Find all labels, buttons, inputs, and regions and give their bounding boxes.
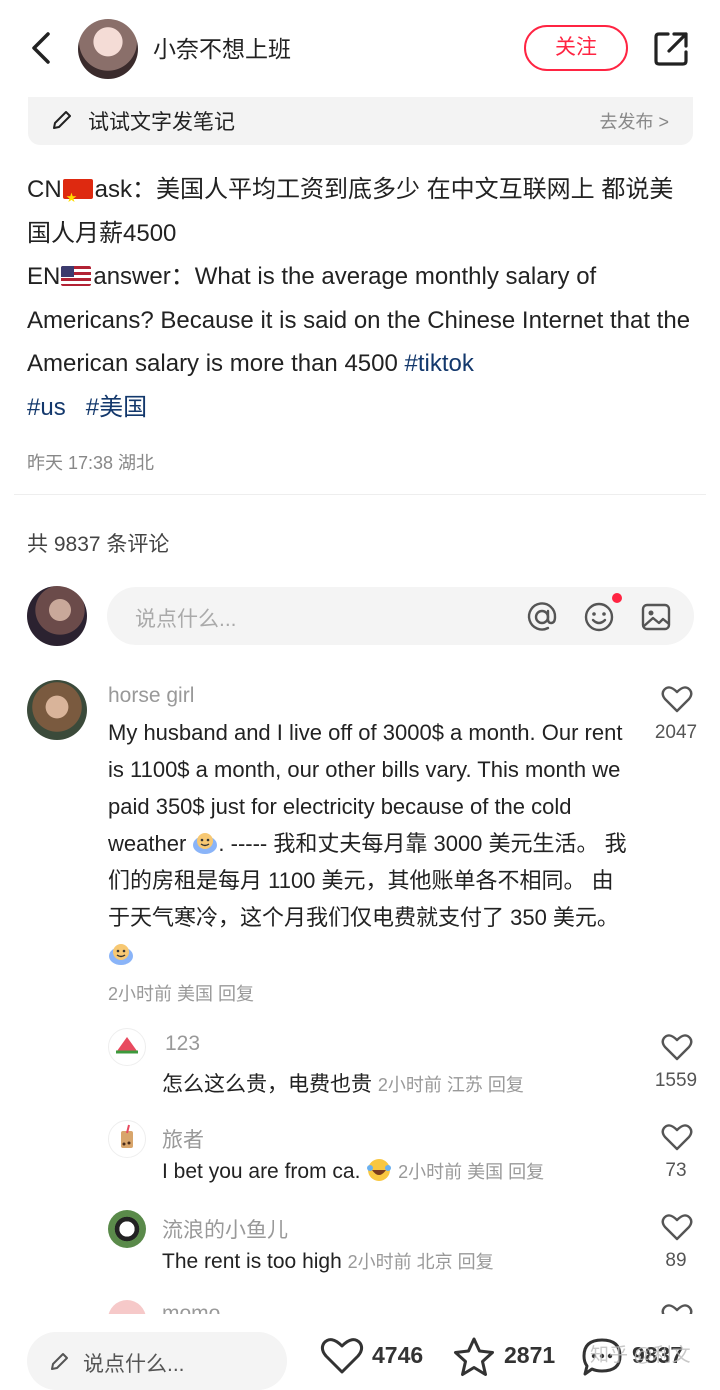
watermelon-icon (116, 1037, 138, 1054)
comment-text: My husband and I live off of 3000$ a mon… (108, 714, 633, 973)
like-heart-icon[interactable] (661, 1122, 693, 1152)
bubble-tea-icon (121, 1124, 133, 1148)
en-text: answer：What is the average monthly salar… (27, 263, 691, 377)
reply-avatar[interactable] (108, 1028, 146, 1066)
reply-item: 123 怎么这么贵，电费也贵 2小时前 江苏 回复 1559 (0, 1026, 720, 1106)
comment-input[interactable]: 说点什么... (107, 587, 694, 645)
en-label: EN (27, 263, 61, 290)
like-heart-icon[interactable] (661, 1212, 693, 1242)
pencil-icon (53, 111, 71, 129)
hashtag-tiktok[interactable]: #tiktok (405, 350, 474, 377)
like-heart-icon[interactable] (661, 684, 693, 714)
crying-emoji-icon (109, 944, 133, 965)
follow-button[interactable]: 关注 (524, 25, 628, 71)
reply-text: I bet you are from ca. (162, 1160, 367, 1183)
emoji-icon[interactable] (583, 601, 615, 633)
crying-emoji-icon (193, 833, 218, 854)
heart-icon (320, 1338, 364, 1374)
reply-text: 怎么这么贵，电费也贵 (162, 1073, 372, 1096)
comment-meta[interactable]: 2小时前 美国 回复 (108, 980, 254, 1006)
reply-meta[interactable]: 2小时前 美国 回复 (398, 1162, 544, 1182)
cn-text: ask：美国人平均工资到底多少 在中文互联网上 都说美国人月薪4500 (27, 176, 674, 247)
comment-input-placeholder: 说点什么... (135, 608, 237, 631)
author-avatar[interactable] (78, 19, 138, 79)
like-button[interactable]: 4746 (320, 1336, 435, 1376)
china-flag-icon (62, 176, 93, 220)
reply-meta[interactable]: 2小时前 江苏 回复 (378, 1075, 524, 1095)
at-mention-icon[interactable] (526, 601, 558, 633)
reply-body: 怎么这么贵，电费也贵 2小时前 江苏 回复 (162, 1068, 524, 1098)
comment-item: horse girl My husband and I live off of … (0, 676, 720, 1006)
reply-body: I bet you are from ca. 2小时前 美国 回复 (162, 1158, 544, 1184)
hashtag-meiguo[interactable]: #美国 (86, 394, 147, 421)
bottom-action-bar: 说点什么... 4746 2871 9837 知乎 @利文 (0, 1314, 720, 1390)
divider (14, 494, 706, 495)
back-arrow-icon[interactable] (26, 28, 56, 68)
watermark: 知乎 @利文 (590, 1345, 691, 1366)
comment-count: 共 9837 条评论 (27, 533, 170, 556)
my-avatar (27, 586, 87, 646)
banner-label: 试试文字发笔记 (88, 111, 235, 134)
top-bar: 小奈不想上班 关注 (0, 0, 720, 96)
notification-dot (612, 593, 622, 603)
reply-item-partial: momo (0, 1296, 720, 1316)
post-content: CNask：美国人平均工资到底多少 在中文互联网上 都说美国人月薪4500 EN… (27, 168, 697, 429)
like-total: 4746 (372, 1342, 424, 1368)
like-count: 2047 (654, 722, 698, 743)
reply-item: 流浪的小鱼儿 The rent is too high 2小时前 北京 回复 8… (0, 1208, 720, 1288)
reply-name[interactable]: 旅者 (162, 1124, 204, 1154)
share-icon[interactable] (652, 30, 690, 68)
collect-button[interactable]: 2871 (452, 1336, 567, 1376)
bottom-comment-input[interactable]: 说点什么... (27, 1332, 287, 1390)
publish-link[interactable]: 去发布 > (599, 108, 669, 134)
reply-avatar[interactable] (108, 1210, 146, 1248)
like-heart-icon[interactable] (661, 1032, 693, 1062)
hashtag-us[interactable]: #us (27, 394, 66, 421)
reply-name[interactable]: 123 (165, 1032, 200, 1056)
reply-body: The rent is too high 2小时前 北京 回复 (162, 1248, 494, 1274)
like-count: 73 (665, 1160, 687, 1181)
image-icon[interactable] (640, 601, 672, 633)
reply-text: The rent is too high (162, 1250, 342, 1273)
like-count: 89 (665, 1250, 687, 1271)
cn-label: CN (27, 176, 62, 203)
like-count: 1559 (654, 1070, 698, 1091)
text-note-banner[interactable]: 试试文字发笔记 去发布 > (28, 97, 693, 145)
commenter-name[interactable]: horse girl (108, 684, 194, 708)
post-meta: 昨天 17:38 湖北 (27, 453, 155, 473)
star-icon (454, 1337, 494, 1376)
reply-meta[interactable]: 2小时前 北京 回复 (348, 1252, 494, 1272)
reply-item: 旅者 I bet you are from ca. 2小时前 美国 回复 73 (0, 1118, 720, 1198)
author-name[interactable]: 小奈不想上班 (153, 30, 291, 64)
us-flag-icon (61, 266, 92, 286)
bottom-input-placeholder: 说点什么... (83, 1353, 185, 1376)
pencil-icon (51, 1353, 68, 1370)
laughing-crying-emoji-icon (367, 1159, 392, 1181)
reply-avatar[interactable] (108, 1120, 146, 1158)
reply-name[interactable]: 流浪的小鱼儿 (162, 1214, 288, 1244)
commenter-avatar[interactable] (27, 680, 87, 740)
collect-total: 2871 (504, 1342, 556, 1368)
